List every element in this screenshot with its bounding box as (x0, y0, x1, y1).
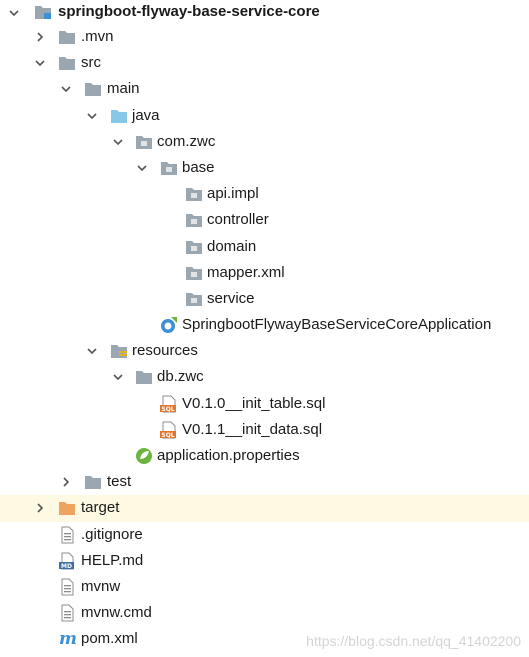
spring-leaf-icon (135, 447, 153, 464)
tree-node-label: mvnw.cmd (81, 604, 152, 622)
tree-node-root[interactable]: springboot-flyway-base-service-core (0, 0, 529, 24)
tree-node-java[interactable]: java (0, 103, 529, 129)
chevron-down-icon[interactable] (110, 364, 126, 390)
project-tree: springboot-flyway-base-service-core .mvn… (0, 0, 529, 653)
tree-node-label: pom.xml (81, 630, 138, 648)
chevron-down-icon[interactable] (58, 76, 74, 102)
tree-node-label: domain (207, 237, 257, 255)
tree-node-label: db.zwc (157, 368, 204, 386)
resources-folder-icon (110, 343, 128, 359)
tree-node-label: api.impl (207, 185, 259, 203)
tree-node-label: target (81, 499, 120, 517)
chevron-down-icon[interactable] (84, 103, 100, 129)
tree-node-label: V0.1.1__init_data.sql (182, 420, 323, 438)
module-folder-icon (34, 4, 52, 20)
svg-text:m: m (59, 629, 77, 647)
package-icon (185, 186, 203, 202)
chevron-right-icon[interactable] (58, 469, 74, 495)
chevron-down-icon[interactable] (110, 129, 126, 155)
source-folder-icon (110, 108, 128, 124)
tree-node-src[interactable]: src (0, 50, 529, 76)
folder-icon (58, 55, 76, 71)
tree-node-resources[interactable]: resources (0, 338, 529, 364)
folder-icon (58, 29, 76, 45)
tree-node-sql-init-table[interactable]: SQL V0.1.0__init_table.sql (0, 391, 529, 417)
package-icon (185, 291, 203, 307)
package-icon (185, 239, 203, 255)
chevron-right-icon[interactable] (32, 495, 48, 521)
tree-node-label: .mvn (81, 28, 114, 45)
svg-text:MD: MD (61, 563, 72, 570)
chevron-down-icon[interactable] (84, 338, 100, 364)
tree-node-mapper-xml[interactable]: mapper.xml (0, 260, 529, 286)
chevron-down-icon[interactable] (6, 0, 22, 26)
tree-node-help-md[interactable]: MD HELP.md (0, 548, 529, 574)
spring-boot-class-icon (160, 316, 178, 334)
text-file-icon (58, 526, 76, 544)
tree-node-label: java (132, 106, 160, 124)
tree-node-application-class[interactable]: SpringbootFlywayBaseServiceCoreApplicati… (0, 312, 529, 338)
package-icon (135, 134, 153, 150)
markdown-file-icon: MD (58, 552, 76, 570)
tree-node-mvn[interactable]: .mvn (0, 24, 529, 50)
chevron-down-icon[interactable] (32, 50, 48, 76)
tree-node-label: V0.1.0__init_table.sql (182, 394, 326, 412)
tree-node-gitignore[interactable]: .gitignore (0, 522, 529, 548)
tree-node-label: .gitignore (81, 525, 143, 543)
tree-node-label: application.properties (157, 447, 300, 464)
tree-node-mvnw[interactable]: mvnw (0, 574, 529, 600)
watermark: https://blog.csdn.net/qq_41402200 (306, 633, 521, 649)
sql-file-icon: SQL (160, 395, 178, 413)
tree-node-label: springboot-flyway-base-service-core (58, 3, 320, 20)
sql-file-icon: SQL (160, 421, 178, 439)
folder-icon (135, 369, 153, 385)
maven-icon: m (58, 629, 78, 647)
excluded-folder-icon (58, 500, 76, 516)
tree-node-label: SpringbootFlywayBaseServiceCoreApplicati… (182, 316, 492, 334)
tree-node-domain[interactable]: domain (0, 234, 529, 260)
tree-node-main[interactable]: main (0, 76, 529, 102)
text-file-icon (58, 604, 76, 622)
svg-text:SQL: SQL (161, 432, 174, 439)
svg-text:SQL: SQL (161, 406, 174, 413)
tree-node-sql-init-data[interactable]: SQL V0.1.1__init_data.sql (0, 417, 529, 443)
tree-node-label: mvnw (81, 577, 121, 595)
folder-icon (84, 81, 102, 97)
tree-node-mvnw-cmd[interactable]: mvnw.cmd (0, 600, 529, 626)
tree-node-label: base (182, 158, 215, 176)
tree-node-label: service (207, 289, 255, 307)
tree-node-label: resources (132, 342, 198, 360)
chevron-right-icon[interactable] (32, 24, 48, 50)
tree-node-db-zwc[interactable]: db.zwc (0, 364, 529, 390)
package-icon (185, 212, 203, 228)
package-icon (160, 160, 178, 176)
folder-icon (84, 474, 102, 490)
tree-node-api-impl[interactable]: api.impl (0, 181, 529, 207)
text-file-icon (58, 578, 76, 596)
tree-node-label: test (107, 473, 132, 491)
chevron-down-icon[interactable] (134, 155, 150, 181)
tree-node-label: com.zwc (157, 132, 216, 150)
package-icon (185, 265, 203, 281)
tree-node-controller[interactable]: controller (0, 207, 529, 233)
tree-node-test[interactable]: test (0, 469, 529, 495)
tree-node-label: mapper.xml (207, 263, 285, 281)
tree-node-com-zwc[interactable]: com.zwc (0, 129, 529, 155)
tree-node-target[interactable]: target (0, 495, 529, 522)
tree-node-label: HELP.md (81, 551, 144, 569)
tree-node-application-properties[interactable]: application.properties (0, 443, 529, 469)
tree-node-label: controller (207, 211, 269, 229)
tree-node-service[interactable]: service (0, 286, 529, 312)
tree-node-label: main (107, 80, 140, 98)
tree-node-label: src (81, 54, 101, 72)
tree-node-base[interactable]: base (0, 155, 529, 181)
